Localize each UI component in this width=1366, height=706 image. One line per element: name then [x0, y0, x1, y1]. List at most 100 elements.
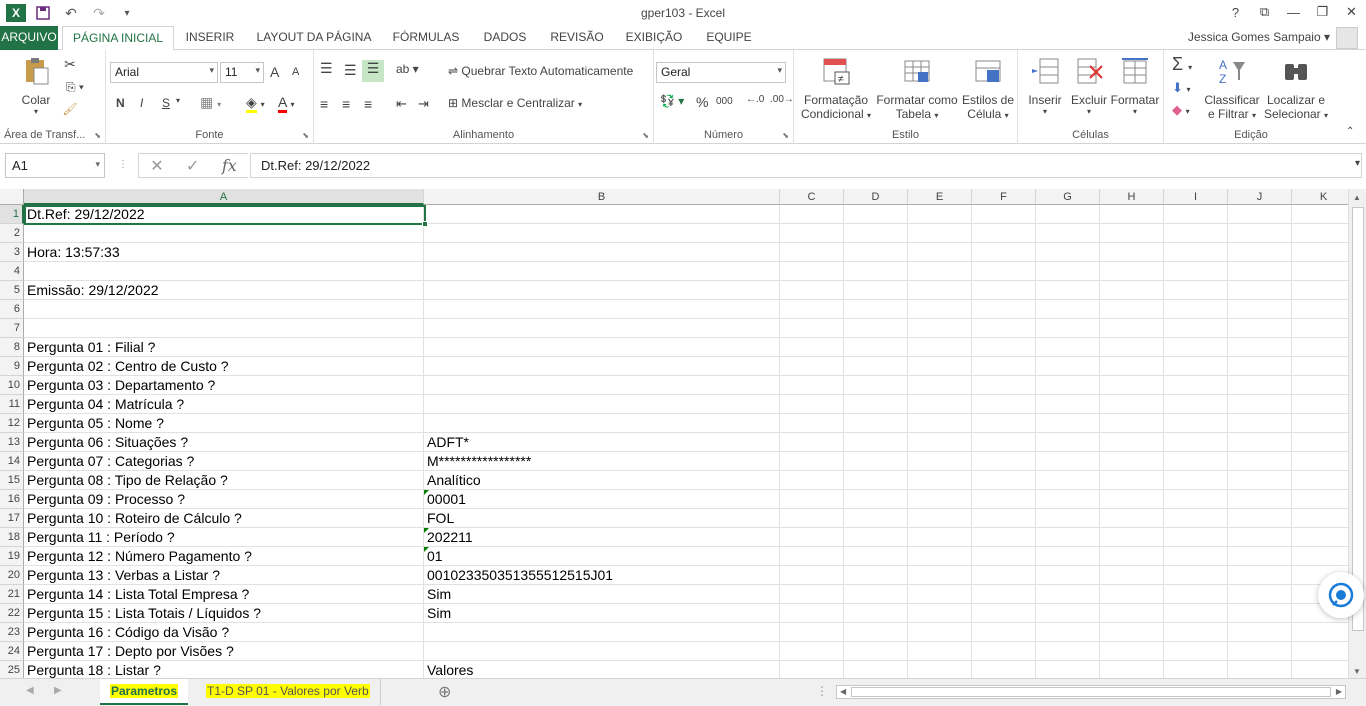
cell[interactable] [780, 528, 844, 547]
align-right-icon[interactable]: ≡ [364, 96, 372, 112]
cell[interactable] [1292, 471, 1348, 490]
cell[interactable] [1036, 376, 1100, 395]
cell[interactable] [1292, 433, 1348, 452]
cell[interactable] [780, 471, 844, 490]
cell[interactable] [844, 528, 908, 547]
cell[interactable] [1100, 661, 1164, 678]
cell[interactable] [1292, 205, 1348, 224]
tab-pagina-inicial[interactable]: PÁGINA INICIAL [62, 26, 174, 50]
cell-a[interactable]: Emissão: 29/12/2022 [24, 281, 424, 300]
cell[interactable] [1292, 528, 1348, 547]
column-header-c[interactable]: C [780, 189, 844, 205]
cell[interactable] [1228, 262, 1292, 281]
number-format-select[interactable]: Geral ▾ [656, 62, 786, 83]
enter-icon[interactable]: ✓ [186, 156, 199, 176]
cell-a[interactable]: Pergunta 02 : Centro de Custo ? [24, 357, 424, 376]
tab-revisao[interactable]: REVISÃO [546, 26, 608, 50]
cell[interactable] [1292, 319, 1348, 338]
cell[interactable] [1036, 566, 1100, 585]
cell[interactable] [908, 319, 972, 338]
add-sheet-icon[interactable]: ⊕ [438, 682, 451, 702]
cell-b[interactable] [424, 414, 780, 433]
cell[interactable] [780, 395, 844, 414]
format-as-table-button[interactable]: Formatar como Tabela ▾ [874, 56, 960, 121]
cell[interactable] [1100, 566, 1164, 585]
cell[interactable] [972, 623, 1036, 642]
cell[interactable] [780, 433, 844, 452]
cell[interactable] [1036, 528, 1100, 547]
merge-center-button[interactable]: ⊞ Mesclar e Centralizar ▾ [448, 96, 582, 110]
minimize-icon[interactable]: — [1279, 0, 1308, 24]
cell[interactable] [972, 300, 1036, 319]
cell[interactable] [844, 509, 908, 528]
cell[interactable] [844, 395, 908, 414]
cell[interactable] [972, 224, 1036, 243]
cell[interactable] [1228, 566, 1292, 585]
hscroll-thumb[interactable] [851, 687, 1331, 697]
tab-formulas[interactable]: FÓRMULAS [388, 26, 464, 50]
cell[interactable] [908, 205, 972, 224]
cell[interactable] [1036, 547, 1100, 566]
cell[interactable] [1100, 205, 1164, 224]
row-header[interactable]: 22 [0, 604, 24, 623]
cell[interactable] [1292, 452, 1348, 471]
cell[interactable] [1292, 490, 1348, 509]
cell[interactable] [1164, 262, 1228, 281]
formula-bar-splitter-icon[interactable]: ⋮ [118, 159, 128, 170]
prev-sheet-icon[interactable]: ◀ [26, 685, 34, 696]
cell[interactable] [972, 642, 1036, 661]
cell[interactable] [1164, 224, 1228, 243]
user-name[interactable]: Jessica Gomes Sampaio ▾ [1188, 30, 1330, 44]
cell[interactable] [1164, 604, 1228, 623]
cell[interactable] [972, 585, 1036, 604]
cell[interactable] [1100, 224, 1164, 243]
cell[interactable] [780, 642, 844, 661]
cell-b[interactable]: Sim [424, 604, 780, 623]
column-header-f[interactable]: F [972, 189, 1036, 205]
row-header[interactable]: 8 [0, 338, 24, 357]
cell[interactable] [908, 623, 972, 642]
cell[interactable] [1036, 471, 1100, 490]
cell[interactable] [1164, 395, 1228, 414]
cell[interactable] [1100, 262, 1164, 281]
cell-b[interactable] [424, 224, 780, 243]
cell[interactable] [844, 281, 908, 300]
bold-button[interactable]: N [116, 96, 125, 110]
cell[interactable] [1100, 528, 1164, 547]
spreadsheet-grid[interactable]: A B C D E F G H I J K 1 Dt.Ref: 29/12/2022 2 3 Hora: 13… [0, 189, 1348, 678]
cell[interactable] [1036, 642, 1100, 661]
cell-b[interactable] [424, 243, 780, 262]
cell-b[interactable] [424, 395, 780, 414]
cell[interactable] [780, 452, 844, 471]
cell[interactable] [1100, 300, 1164, 319]
cell[interactable] [972, 471, 1036, 490]
cell[interactable] [1036, 509, 1100, 528]
cell[interactable] [1036, 604, 1100, 623]
cell[interactable] [780, 338, 844, 357]
cell[interactable] [908, 509, 972, 528]
cell[interactable] [780, 490, 844, 509]
cell[interactable] [908, 357, 972, 376]
cell[interactable] [780, 224, 844, 243]
next-sheet-icon[interactable]: ▶ [54, 685, 62, 696]
expand-formula-icon[interactable]: ▾ [1355, 158, 1360, 169]
cell[interactable] [1228, 452, 1292, 471]
font-size-select[interactable]: 11 ▾ [220, 62, 264, 83]
cell[interactable] [1164, 338, 1228, 357]
cell-a[interactable]: Pergunta 10 : Roteiro de Cálculo ? [24, 509, 424, 528]
cell[interactable] [908, 642, 972, 661]
cell[interactable] [1164, 414, 1228, 433]
tab-equipe[interactable]: EQUIPE [700, 26, 758, 50]
sheet-tab-valores[interactable]: T1-D SP 01 - Valores por Verb [196, 679, 381, 705]
cell[interactable] [1228, 604, 1292, 623]
cell[interactable] [1292, 623, 1348, 642]
wrap-text-button[interactable]: ⇌ Quebrar Texto Automaticamente [448, 64, 633, 78]
scrollbar-thumb[interactable] [1352, 207, 1364, 631]
scroll-up-icon[interactable]: ▲ [1353, 193, 1361, 202]
cell[interactable] [780, 243, 844, 262]
cell-a[interactable]: Dt.Ref: 29/12/2022 [24, 205, 424, 224]
cell-b[interactable]: 01 [424, 547, 780, 566]
row-header[interactable]: 23 [0, 623, 24, 642]
cell[interactable] [1164, 452, 1228, 471]
cell[interactable] [908, 414, 972, 433]
